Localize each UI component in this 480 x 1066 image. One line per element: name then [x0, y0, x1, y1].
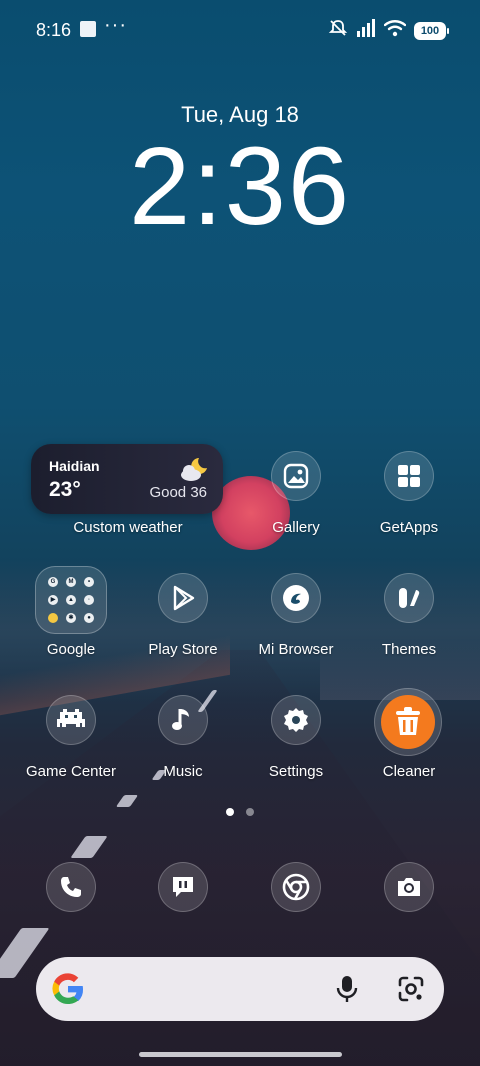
maps-mini-icon: •: [84, 577, 94, 587]
phone-icon[interactable]: [46, 862, 96, 912]
battery-indicator: 100: [414, 21, 449, 40]
clock-time[interactable]: 2:36: [0, 132, 480, 242]
weather-city: Haidian: [49, 458, 100, 474]
getapps-label: GetApps: [379, 519, 439, 536]
getapps-icon[interactable]: [384, 451, 434, 501]
cleaner-icon[interactable]: [374, 688, 442, 756]
game-center-label: Game Center: [25, 763, 117, 780]
mi-browser-label: Mi Browser: [258, 641, 334, 658]
weather-widget-label: Custom weather: [73, 519, 183, 536]
duo-mini-icon: ●: [84, 613, 94, 623]
wifi-icon: [383, 19, 407, 42]
trash-icon: [381, 695, 435, 749]
play-store-label: Play Store: [148, 641, 218, 658]
status-bar: 8:16 ··· 100: [0, 0, 480, 60]
themes-label: Themes: [381, 641, 437, 658]
more-notifications-icon: ···: [104, 14, 127, 36]
messages-icon[interactable]: [158, 862, 208, 912]
google-search-bar[interactable]: [36, 957, 444, 1021]
drive-mini-icon: ▲: [66, 595, 76, 605]
weather-air-quality: Good 36: [149, 484, 207, 501]
gallery-label: Gallery: [272, 519, 320, 536]
weather-temperature: 23°: [49, 478, 81, 501]
gmail-mini-icon: M: [66, 577, 76, 587]
themes-icon[interactable]: [384, 573, 434, 623]
signal-icon: [356, 19, 376, 42]
assistant-mini-icon: [48, 613, 58, 623]
notification-square-icon: [80, 21, 96, 37]
google-logo-icon: [50, 971, 86, 1012]
mi-browser-icon[interactable]: [271, 573, 321, 623]
home-indicator[interactable]: [139, 1052, 342, 1057]
status-icons: 100: [328, 18, 449, 43]
meet-mini-icon: ◦: [84, 595, 94, 605]
music-icon[interactable]: [158, 695, 208, 745]
status-time: 8:16: [36, 20, 72, 40]
settings-icon[interactable]: [271, 695, 321, 745]
mute-vibrate-icon: [328, 18, 348, 43]
page-indicator-dot-active[interactable]: [226, 808, 234, 816]
cleaner-label: Cleaner: [382, 763, 436, 780]
weather-widget[interactable]: Haidian 23° Good 36: [31, 444, 223, 514]
page-indicator-dot[interactable]: [246, 808, 254, 816]
photos-mini-icon: ✱: [66, 613, 76, 623]
settings-label: Settings: [268, 763, 324, 780]
chrome-icon[interactable]: [271, 862, 321, 912]
camera-icon[interactable]: [384, 862, 434, 912]
google-label: Google: [46, 641, 96, 658]
game-center-icon[interactable]: [46, 695, 96, 745]
music-label: Music: [163, 763, 203, 780]
partly-cloudy-night-icon: [179, 456, 209, 487]
youtube-mini-icon: ▶: [48, 595, 58, 605]
google-folder-icon[interactable]: G M • ▶ ▲ ◦ ✱ ●: [35, 566, 107, 634]
gallery-icon[interactable]: [271, 451, 321, 501]
lens-icon[interactable]: [397, 975, 425, 1008]
play-store-icon[interactable]: [158, 573, 208, 623]
google-mini-icon: G: [48, 577, 58, 587]
mic-icon[interactable]: [334, 974, 360, 1009]
